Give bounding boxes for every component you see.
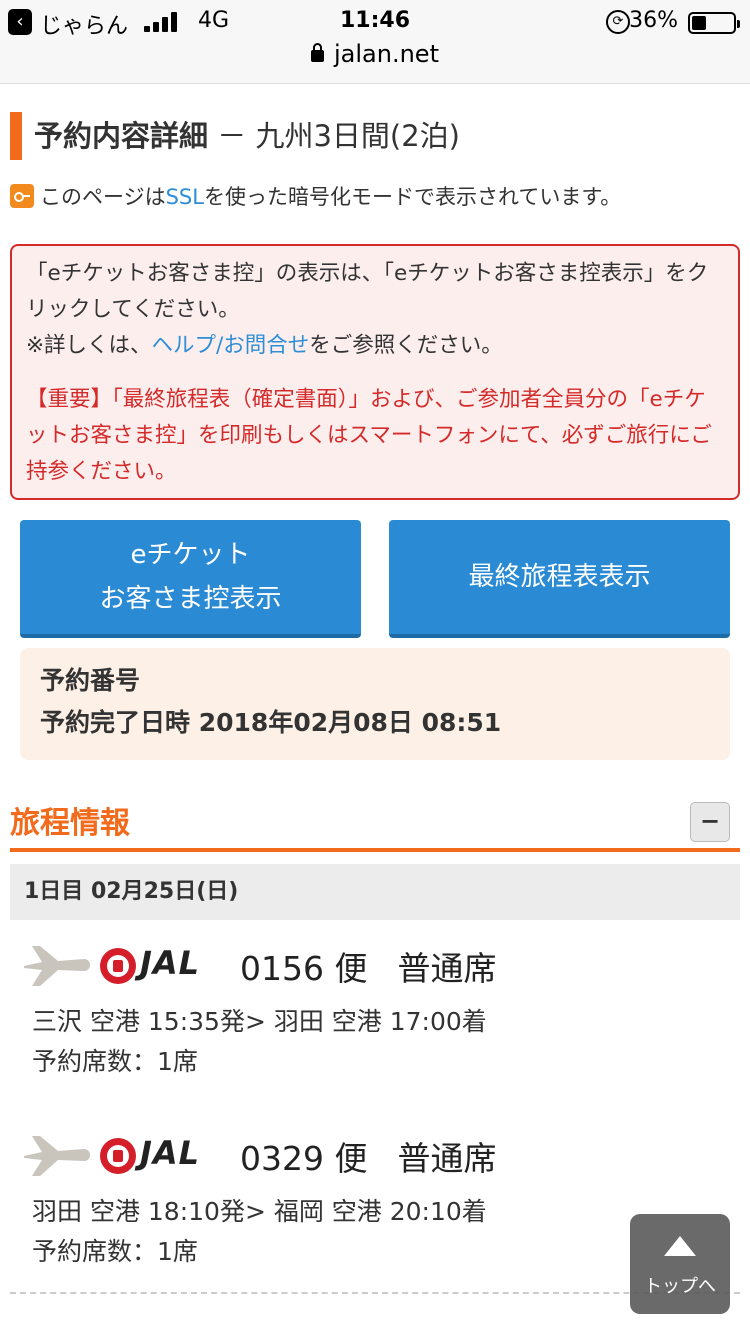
final-itinerary-button-label: 最終旅程表表示 xyxy=(468,562,651,592)
help-link[interactable]: ヘルプ/お問合せ xyxy=(152,333,310,358)
orientation-lock-icon: ⟳ xyxy=(606,10,630,34)
arrow-up-icon xyxy=(664,1236,696,1256)
address-bar[interactable]: jalan.net xyxy=(0,40,750,68)
eticket-button-line1: eチケット xyxy=(130,540,251,570)
flight-number-text: 0156 便 xyxy=(240,949,368,988)
key-icon xyxy=(10,184,34,208)
lock-icon xyxy=(311,43,324,62)
help-suffix: をご参照ください。 xyxy=(309,333,503,358)
back-to-top-button[interactable]: トップへ xyxy=(630,1214,730,1314)
flight-item: JAL 0156 便普通席 三沢 空港 15:35発> 羽田 空港 17:00着… xyxy=(20,936,720,1082)
reservation-info: 予約番号 予約完了日時 2018年02月08日 08:51 xyxy=(20,648,730,760)
airline-name: JAL xyxy=(140,944,201,982)
notice-box: 「eチケットお客さま控」の表示は、「eチケットお客さま控表示」をクリックしてくだ… xyxy=(10,244,740,500)
page-title-sub: － 九州3日間(2泊) xyxy=(217,119,460,153)
help-line: ※詳しくは、ヘルプ/お問合せをご参照ください。 xyxy=(26,328,724,364)
collapse-button[interactable]: − xyxy=(690,802,730,842)
flight-route: 三沢 空港 15:35発> 羽田 空港 17:00着 xyxy=(32,1007,487,1036)
page-title: 予約内容詳細 － 九州3日間(2泊) xyxy=(10,112,740,160)
flight-seat-count: 予約席数：1席 xyxy=(32,1237,198,1266)
final-itinerary-button[interactable]: 最終旅程表表示 xyxy=(389,520,730,638)
url-text: jalan.net xyxy=(334,40,439,68)
ssl-notice: このページはSSLを使った暗号化モードで表示されています。 xyxy=(10,180,744,214)
seat-class: 普通席 xyxy=(397,1139,497,1178)
ssl-text-suffix: を使った暗号化モードで表示されています。 xyxy=(203,185,622,209)
battery-icon xyxy=(688,12,740,34)
flight-route: 羽田 空港 18:10発> 福岡 空港 20:10着 xyxy=(32,1197,487,1226)
ssl-link[interactable]: SSL xyxy=(166,185,204,209)
notice-line: 「eチケットお客さま控」の表示は、「eチケットお客さま控表示」をクリックしてくだ… xyxy=(26,261,709,322)
help-prefix: ※詳しくは、 xyxy=(26,333,152,358)
flight-number: 0329 便普通席 xyxy=(240,1132,496,1180)
itinerary-section-header: 旅程情報 − xyxy=(10,800,740,852)
flight-number: 0156 便普通席 xyxy=(240,942,496,990)
flight-seat-count: 予約席数：1席 xyxy=(32,1047,198,1076)
flight-item: JAL 0329 便普通席 羽田 空港 18:10発> 福岡 空港 20:10着… xyxy=(20,1126,720,1272)
airplane-icon xyxy=(24,946,90,986)
day-header: 1日目 02月25日(日) xyxy=(10,864,740,920)
ssl-text-prefix: このページは xyxy=(40,185,166,209)
status-bar: ‹ じゃらん 4G 11:46 ⟳ 36% jalan.net xyxy=(0,0,750,84)
jal-logo-icon xyxy=(100,1138,136,1174)
itinerary-section-title: 旅程情報 xyxy=(10,806,130,841)
reservation-date-label: 予約完了日時 xyxy=(40,708,191,737)
flight-number-text: 0329 便 xyxy=(240,1139,368,1178)
seat-class: 普通席 xyxy=(397,949,497,988)
reservation-date-value: 2018年02月08日 08:51 xyxy=(198,708,502,737)
eticket-display-button[interactable]: eチケット お客さま控表示 xyxy=(20,520,361,638)
important-notice: 【重要】「最終旅程表（確定書面）」および、ご参加者全員分の「eチケットお客さま控… xyxy=(26,387,712,484)
back-to-top-label: トップへ xyxy=(644,1276,716,1297)
page-title-main: 予約内容詳細 xyxy=(34,119,209,153)
reservation-number-label: 予約番号 xyxy=(40,666,141,695)
jal-logo-icon xyxy=(100,948,136,984)
airline-name: JAL xyxy=(140,1134,201,1172)
eticket-button-line2: お客さま控表示 xyxy=(99,584,282,614)
reservation-number-row: 予約番号 xyxy=(40,660,710,702)
battery-percent: 36% xyxy=(629,8,678,33)
reservation-date-row: 予約完了日時 2018年02月08日 08:51 xyxy=(40,702,710,744)
airplane-icon xyxy=(24,1136,90,1176)
